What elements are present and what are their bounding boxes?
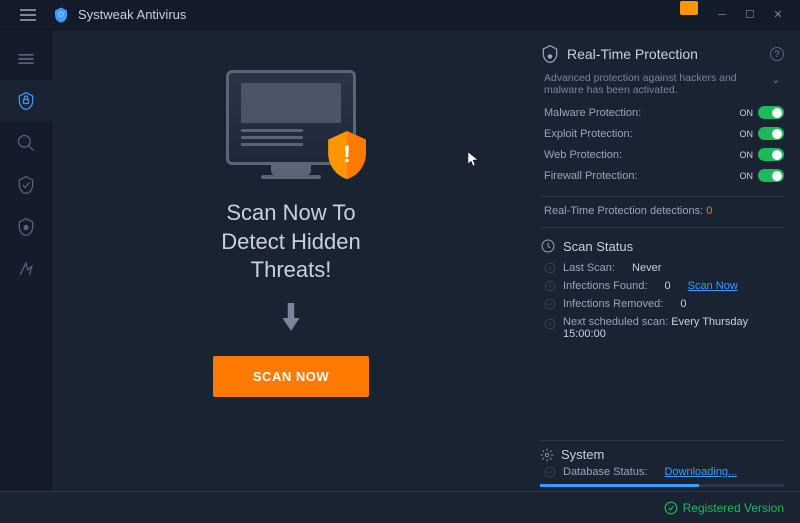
maximize-button[interactable]: ☐ — [736, 1, 764, 29]
toggle-web-switch[interactable] — [758, 148, 784, 161]
sidebar-item-optimize[interactable] — [0, 248, 52, 290]
center-panel: ! Scan Now To Detect Hidden Threats! SCA… — [52, 30, 530, 491]
detections-row: Real-Time Protection detections: 0 — [540, 205, 784, 217]
menu-button[interactable] — [8, 1, 48, 29]
svg-text:e: e — [24, 223, 28, 232]
chevron-down-icon[interactable]: ⌄ — [771, 74, 780, 86]
database-status-row: Database Status: Downloading... — [540, 466, 784, 478]
registered-badge: Registered Version — [664, 501, 784, 515]
system-title: System — [561, 447, 604, 462]
toggle-exploit-switch[interactable] — [758, 127, 784, 140]
svg-text:i: i — [549, 284, 550, 290]
right-panel: Real-Time Protection ? Advanced protecti… — [530, 30, 800, 491]
sidebar-item-shield[interactable] — [0, 164, 52, 206]
check-icon — [544, 466, 556, 478]
sidebar-item-home[interactable] — [0, 38, 52, 80]
download-progress — [540, 484, 784, 487]
app-logo-icon — [52, 6, 70, 24]
monitor-illustration: ! — [226, 70, 356, 179]
sidebar: e — [0, 30, 52, 491]
scan-status-icon — [540, 238, 556, 254]
rtp-description: Advanced protection against hackers and … — [540, 72, 784, 96]
rtp-title: Real-Time Protection — [567, 46, 698, 62]
arrow-down-icon — [278, 303, 304, 338]
check-circle-icon — [664, 501, 678, 515]
infections-found-row: i Infections Found: 0 Scan Now — [540, 280, 784, 292]
close-button[interactable]: ✕ — [764, 1, 792, 29]
titlebar: Systweak Antivirus ─ ☐ ✕ — [0, 0, 800, 30]
infections-removed-row: Infections Removed: 0 — [540, 298, 784, 310]
toggle-malware-switch[interactable] — [758, 106, 784, 119]
shield-warning-icon: ! — [326, 131, 368, 184]
help-icon[interactable]: ? — [770, 47, 784, 61]
last-scan-row: Last Scan: Never — [540, 262, 784, 274]
hero-text: Scan Now To Detect Hidden Threats! — [221, 199, 360, 285]
scan-now-button[interactable]: SCAN NOW — [213, 356, 369, 397]
sidebar-item-privacy[interactable]: e — [0, 206, 52, 248]
toggle-firewall-switch[interactable] — [758, 169, 784, 182]
sidebar-item-scan[interactable] — [0, 122, 52, 164]
database-status-value[interactable]: Downloading... — [664, 466, 737, 478]
footer: Registered Version — [0, 491, 800, 523]
gear-icon — [540, 448, 554, 462]
scan-now-link[interactable]: Scan Now — [688, 280, 738, 292]
toggle-malware: Malware Protection: ON — [540, 106, 784, 119]
clock-icon — [544, 318, 556, 330]
svg-text:!: ! — [343, 141, 351, 168]
toggle-exploit: Exploit Protection: ON — [540, 127, 784, 140]
shield-rtp-icon — [540, 44, 560, 64]
notification-button[interactable] — [680, 1, 698, 29]
info-icon: i — [544, 280, 556, 292]
toggle-web: Web Protection: ON — [540, 148, 784, 161]
minimize-button[interactable]: ─ — [708, 1, 736, 29]
sidebar-item-protection[interactable] — [0, 80, 52, 122]
check-icon — [544, 298, 556, 310]
scan-status-title: Scan Status — [563, 239, 633, 254]
notification-badge-icon — [680, 1, 698, 15]
next-scan-row: Next scheduled scan: Every Thursday 15:0… — [540, 316, 784, 340]
app-title: Systweak Antivirus — [78, 7, 186, 22]
check-icon — [544, 262, 556, 274]
toggle-firewall: Firewall Protection: ON — [540, 169, 784, 182]
